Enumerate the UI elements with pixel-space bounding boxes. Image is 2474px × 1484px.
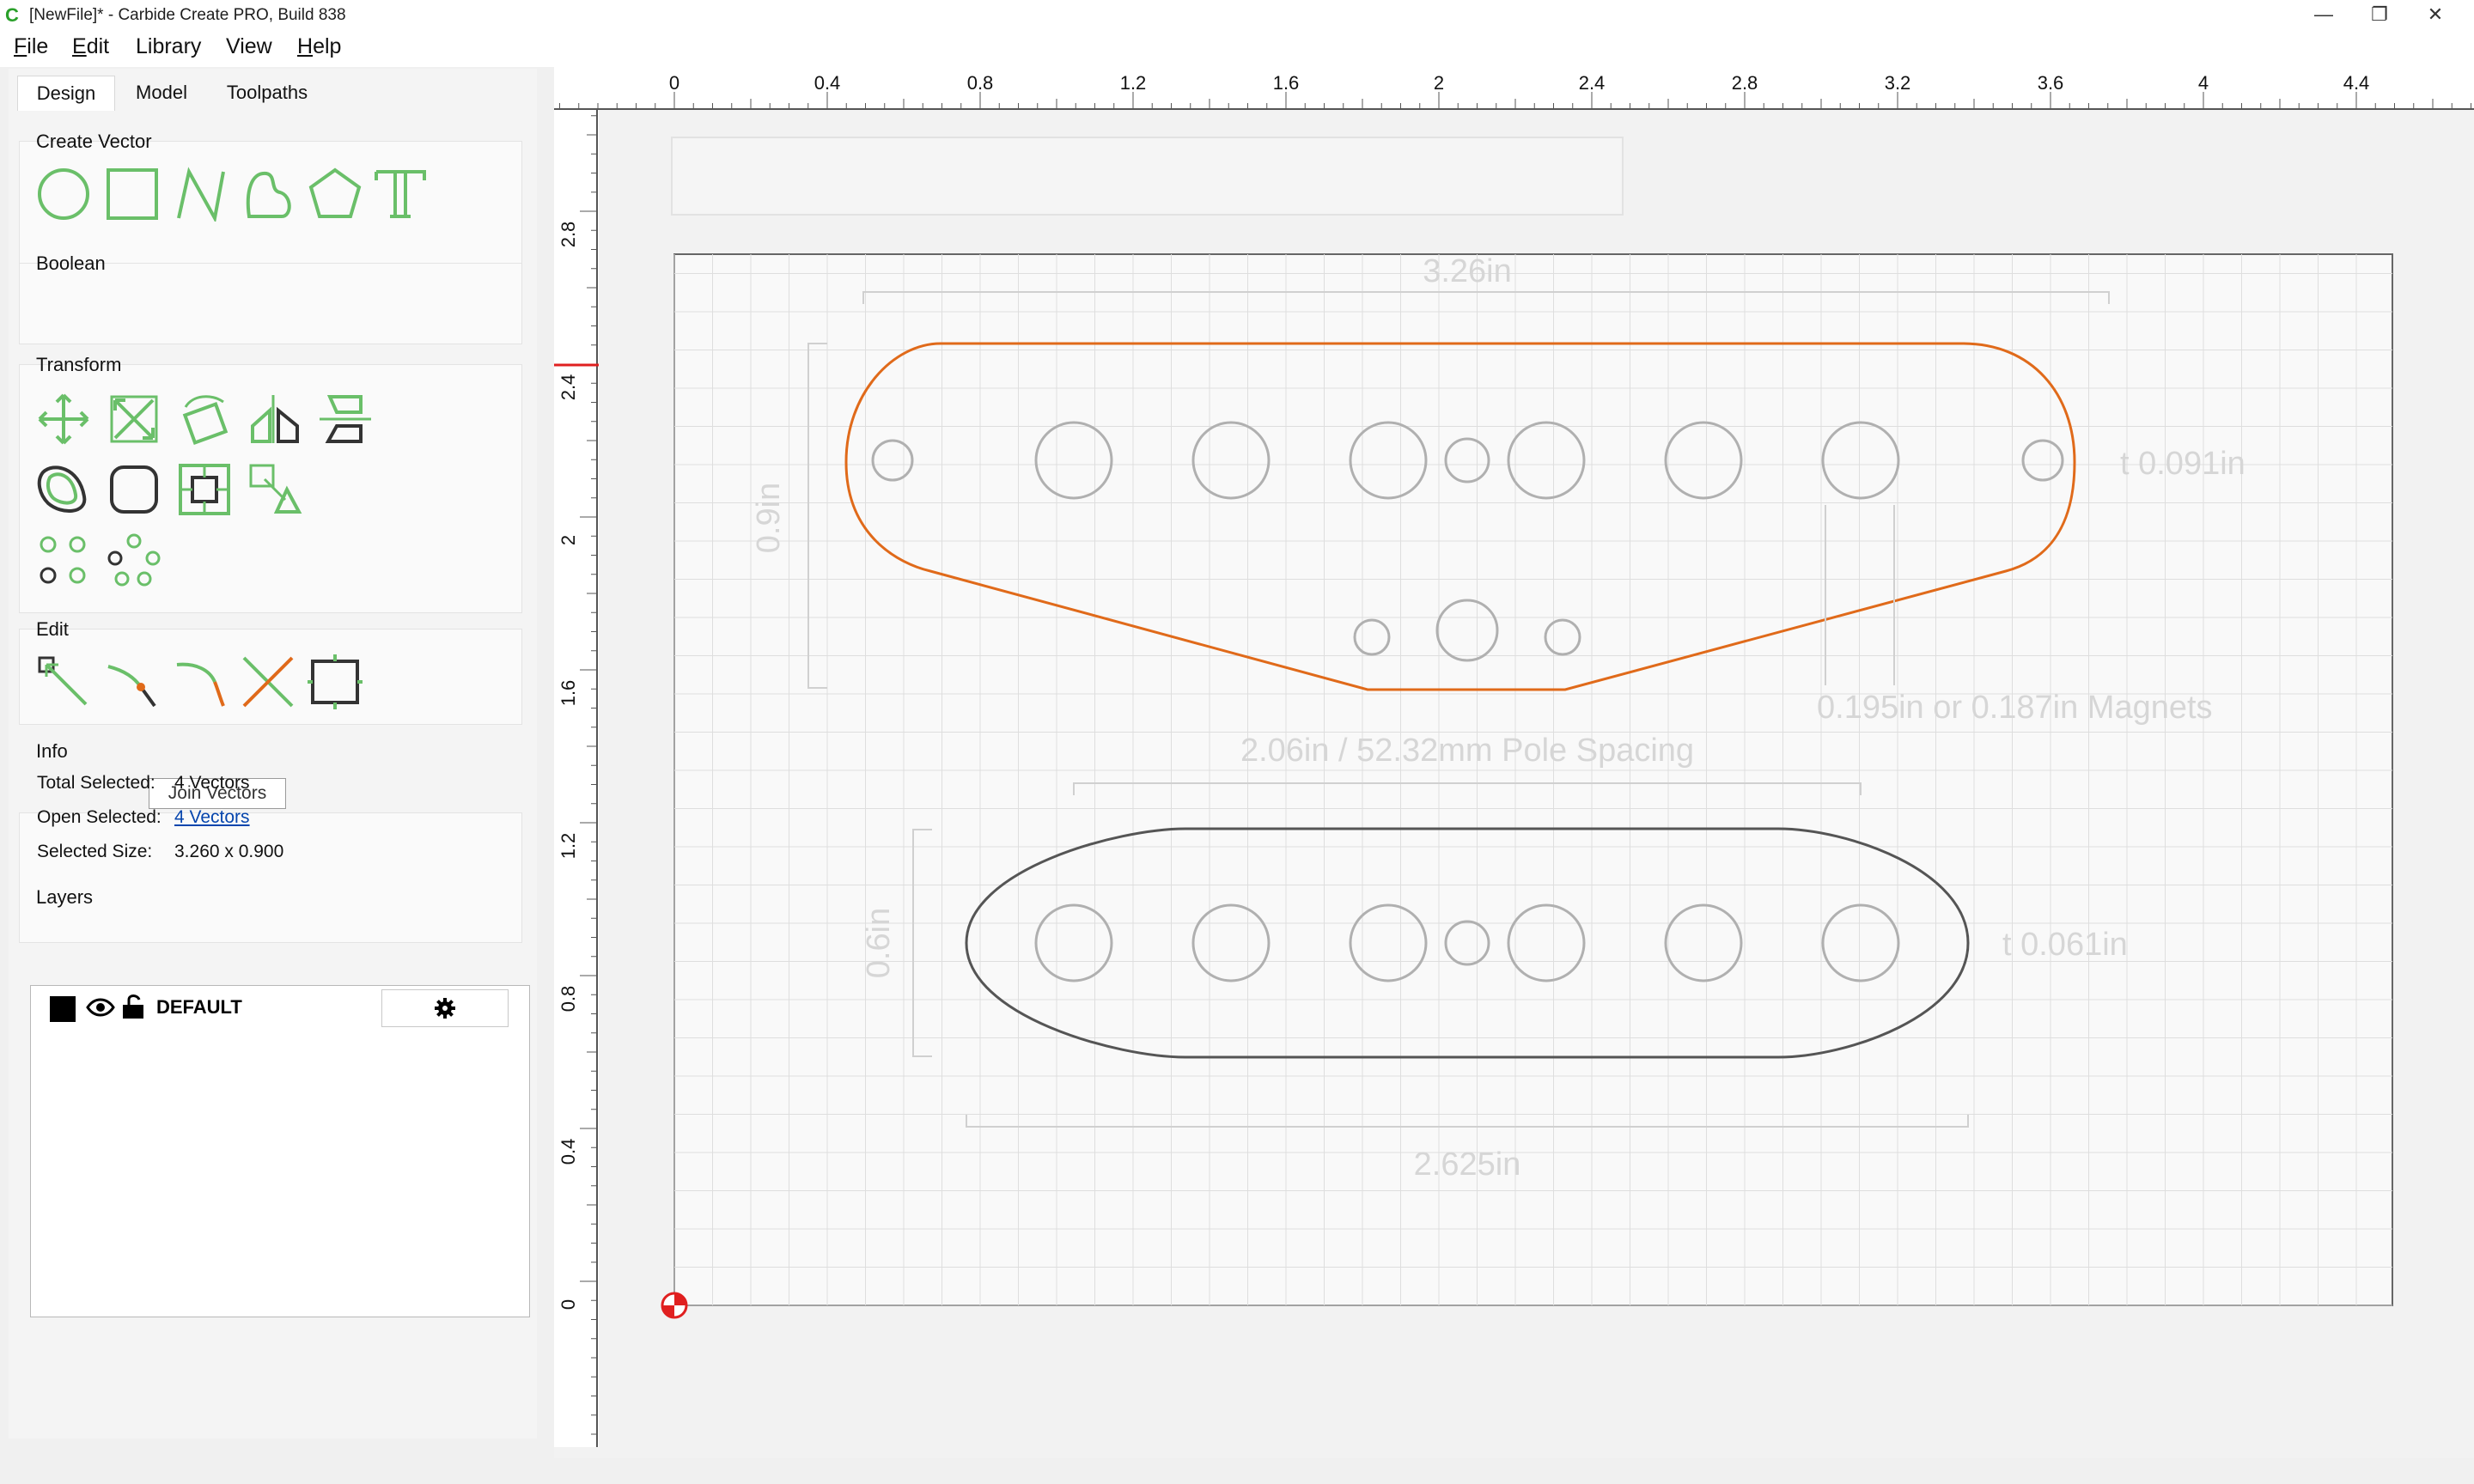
align-icon[interactable]	[318, 392, 373, 447]
boolean-title: Boolean	[36, 252, 106, 274]
ruler-left-label: 2.4	[558, 374, 579, 401]
bounding-box-icon[interactable]	[308, 654, 363, 709]
ruler-top-label: 1.2	[1120, 72, 1147, 94]
ruler-left-label: 1.6	[558, 680, 579, 707]
layer-name: DEFAULT	[156, 996, 242, 1018]
scale-icon[interactable]	[107, 392, 161, 447]
ruler-left-label: 2.8	[558, 222, 579, 248]
menu-bar: File Edit Library View Help	[0, 29, 2474, 67]
text-icon[interactable]	[373, 167, 428, 222]
tab-model[interactable]: Model	[119, 76, 204, 110]
ruler-left-label: 0.8	[558, 986, 579, 1013]
node-edit-icon[interactable]	[36, 654, 91, 709]
material-area	[673, 253, 2393, 1306]
total-selected-value: 4 Vectors	[174, 773, 250, 793]
menu-view[interactable]: View	[226, 34, 272, 59]
ruler-top-label: 2.4	[1579, 72, 1606, 94]
ruler-top-label: 4	[2198, 72, 2209, 94]
close-button[interactable]: ✕	[2410, 2, 2461, 27]
layer-color-swatch[interactable]	[50, 996, 76, 1022]
boolean-group	[19, 263, 522, 344]
circular-array-icon[interactable]	[107, 532, 161, 587]
selected-size-value: 3.260 x 0.900	[174, 842, 284, 861]
transform-title: Transform	[36, 354, 122, 375]
minimize-button[interactable]: —	[2298, 2, 2349, 27]
origin-marker	[661, 1292, 688, 1319]
info-title: Info	[36, 740, 68, 762]
ruler-top-label: 3.2	[1885, 72, 1911, 94]
gear-icon	[435, 998, 455, 1019]
layers-title: Layers	[36, 886, 94, 908]
left-panel: Design Model Toolpaths Create Vector Boo…	[9, 69, 537, 1438]
magnets-label: 0.195in or 0.187in Magnets	[1817, 690, 2213, 726]
unlock-icon[interactable]	[120, 993, 146, 1025]
tab-design[interactable]: Design	[17, 76, 115, 111]
array-icon[interactable]	[247, 462, 302, 517]
grid-array-icon[interactable]	[36, 532, 91, 587]
ruler-left-label: 0	[558, 1299, 579, 1310]
open-selected-value[interactable]: 4 Vectors	[174, 807, 250, 827]
bottom-thickness-label: t 0.061in	[2002, 927, 2128, 963]
ruler-top-label: 1.6	[1273, 72, 1300, 94]
pole-spacing-label: 2.06in / 52.32mm Pole Spacing	[1240, 733, 1694, 769]
ruler-left-label: 1.2	[558, 833, 579, 860]
create-vector-title: Create Vector	[36, 131, 152, 152]
rectangle-icon[interactable]	[105, 167, 160, 222]
open-selected-link[interactable]: 4 Vectors	[174, 807, 250, 828]
bottom-height-label: 0.6in	[861, 908, 897, 978]
mirror-icon[interactable]	[247, 392, 302, 447]
left-ruler: 2.8 2.4 2 1.6 1.2 0.8 0.4 0	[554, 110, 599, 1447]
smooth-icon[interactable]	[174, 654, 229, 709]
polygon-icon[interactable]	[308, 167, 363, 222]
ruler-top-label: 2.8	[1732, 72, 1758, 94]
top-thickness-label: t 0.091in	[2120, 446, 2245, 482]
window-title: [NewFile]* - Carbide Create PRO, Build 8…	[29, 6, 346, 24]
app-logo-icon: C	[5, 4, 19, 26]
ruler-top-label: 0.4	[814, 72, 841, 94]
info-group	[19, 812, 522, 943]
menu-edit[interactable]: Edit	[72, 34, 109, 59]
total-selected-label: Total Selected:	[37, 773, 155, 793]
edit-title: Edit	[36, 618, 69, 640]
top-height-label: 0.9in	[751, 483, 787, 553]
ruler-top-label: 0.8	[967, 72, 994, 94]
selected-size-label: Selected Size:	[37, 842, 153, 861]
curve-icon[interactable]	[242, 167, 297, 222]
restore-button[interactable]: ❐	[2354, 2, 2405, 27]
stock-outline-upper	[671, 137, 1624, 216]
ruler-top-label: 0	[669, 72, 679, 94]
bottom-width-label: 2.625in	[1414, 1146, 1521, 1183]
layer-settings-button[interactable]	[381, 989, 509, 1027]
menu-help[interactable]: Help	[297, 34, 341, 59]
center-icon[interactable]	[177, 462, 232, 517]
polyline-icon[interactable]	[174, 167, 229, 222]
top-width-label: 3.26in	[1423, 253, 1512, 289]
eye-icon[interactable]	[86, 994, 115, 1025]
fillet-icon[interactable]	[107, 462, 161, 517]
canvas-drawing[interactable]: 3.26in 0.9in t 0.091in 0.195in or 0.187i…	[554, 67, 2474, 1458]
join-vectors-icon[interactable]	[105, 654, 160, 709]
title-bar: C [NewFile]* - Carbide Create PRO, Build…	[0, 0, 2474, 29]
ruler-top-label: 2	[1434, 72, 1444, 94]
ruler-top-label: 3.6	[2038, 72, 2064, 94]
circle-icon[interactable]	[36, 167, 91, 222]
trim-icon[interactable]	[241, 654, 296, 709]
ruler-left-label: 0.4	[558, 1139, 579, 1165]
layers-list: DEFAULT	[30, 985, 530, 1317]
open-selected-label: Open Selected:	[37, 807, 161, 827]
offset-icon[interactable]	[36, 462, 91, 517]
tab-toolpaths[interactable]: Toolpaths	[211, 76, 323, 110]
ruler-top-label: 4.4	[2343, 72, 2370, 94]
top-ruler: 0 0.4 0.8 1.2 1.6 2 2.4 2.8 3.2 3.6 4 4.…	[554, 67, 2474, 110]
menu-library[interactable]: Library	[136, 34, 201, 59]
ruler-left-label: 2	[558, 535, 579, 545]
rotate-icon[interactable]	[177, 392, 232, 447]
menu-file[interactable]: File	[14, 34, 48, 59]
move-icon[interactable]	[36, 392, 91, 447]
